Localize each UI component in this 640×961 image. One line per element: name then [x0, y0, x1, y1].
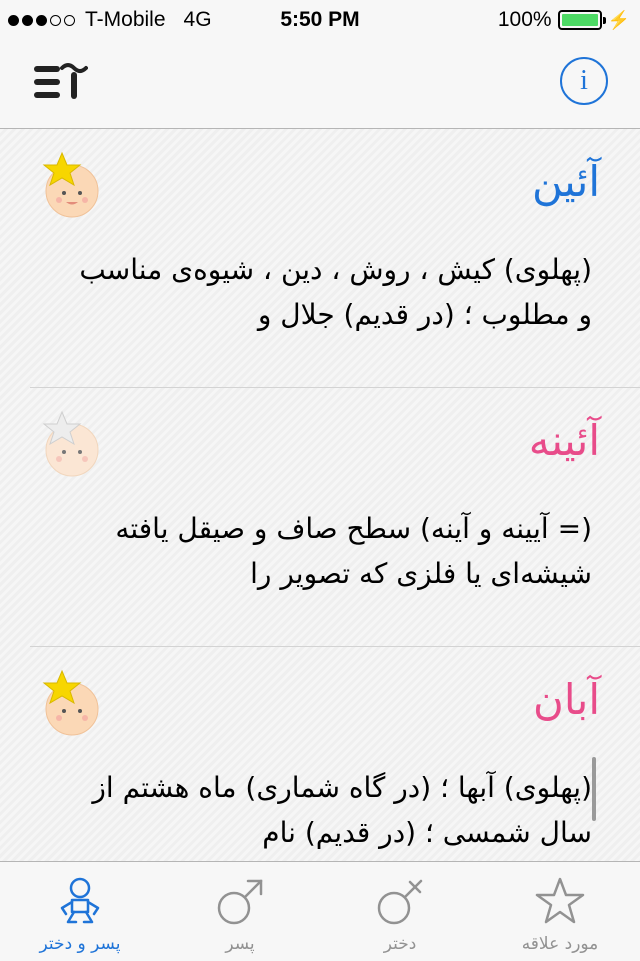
star-icon [535, 877, 585, 924]
name-title: آئین [531, 157, 600, 206]
name-description: (= آیینه و آینه) سطح صاف و صیقل یافته شی… [115, 512, 592, 590]
female-symbol-icon [377, 879, 423, 925]
navigation-bar: i [0, 40, 640, 129]
battery-icon [557, 10, 606, 30]
girl-face-favorite-icon[interactable] [40, 669, 104, 737]
name-title: آئینه [528, 416, 600, 465]
info-button[interactable]: i [560, 57, 608, 105]
name-description: (پهلوی) کیش ، روش ، دین ، شیوه‌ی مناسب و… [79, 253, 592, 331]
boy-face-favorite-icon[interactable] [40, 151, 104, 219]
names-list[interactable]: آئین (پهلوی) کیش ، روش ، دین ، شیوه‌ی من… [0, 129, 640, 861]
male-symbol-icon [217, 879, 263, 925]
scrollbar[interactable] [592, 757, 596, 821]
battery-percent: 100% [497, 8, 552, 31]
tab-label: پسر و دختر [39, 934, 121, 954]
name-title: آبان [533, 675, 600, 724]
status-right: 100% ⚡ [498, 8, 630, 32]
list-item[interactable]: آبان (پهلوی) آبها ؛ (در گاه شماری) ماه ه… [0, 647, 640, 861]
tab-boys[interactable]: پسر [160, 862, 320, 961]
menu-icon[interactable] [32, 60, 88, 106]
list-item[interactable]: آئینه (= آیینه و آینه) سطح صاف و صیقل یا… [0, 388, 640, 647]
tab-label: مورد علاقه [521, 934, 599, 954]
list-item[interactable]: آئین (پهلوی) کیش ، روش ، دین ، شیوه‌ی من… [0, 129, 640, 388]
baby-icon [60, 877, 100, 924]
tab-favorites[interactable]: مورد علاقه [480, 862, 640, 961]
tab-boys-and-girls[interactable]: پسر و دختر [0, 862, 160, 961]
tab-label: پسر [225, 934, 255, 954]
status-bar: T-Mobile 4G 5:50 PM 100% ⚡ [0, 0, 640, 40]
name-description: (پهلوی) آبها ؛ (در گاه شماری) ماه هشتم ا… [92, 771, 592, 849]
tab-label: دختر [383, 934, 417, 954]
tab-bar: پسر و دختر پسر دختر مورد علاقه [0, 861, 640, 961]
tab-girls[interactable]: دختر [320, 862, 480, 961]
girl-face-star-icon[interactable] [40, 410, 104, 478]
charging-icon: ⚡ [607, 9, 630, 30]
